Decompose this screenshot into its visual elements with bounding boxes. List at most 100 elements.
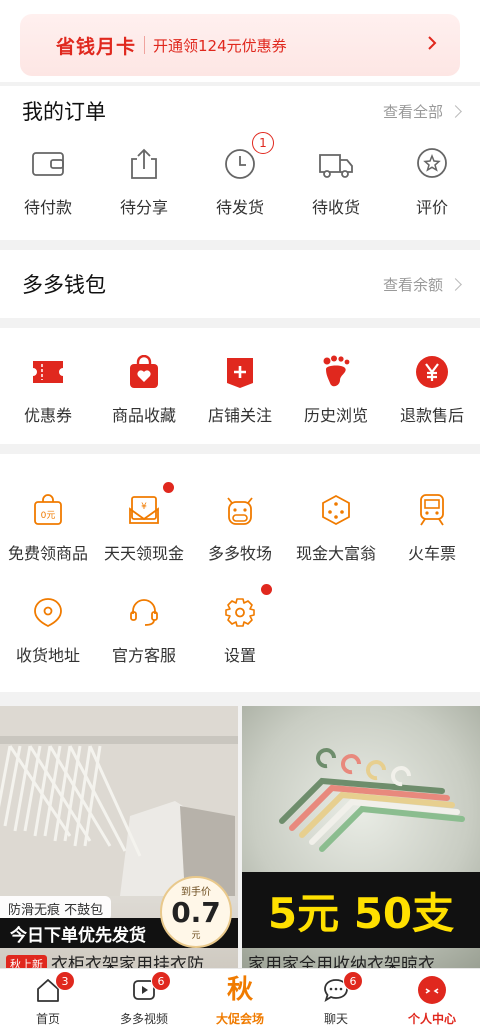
quick-links-section: 优惠券 商品收藏 店铺关注 历史浏览 退款售后 (0, 328, 480, 444)
price-badge: 到手价 0.7 元 (160, 876, 232, 948)
order-pending-receipt[interactable]: 待收货 (288, 144, 384, 218)
footprint-icon (316, 352, 356, 392)
train-icon (412, 490, 452, 530)
view-balance-link[interactable]: 查看余额 (383, 274, 462, 295)
video-badge: 6 (151, 971, 171, 991)
coupons-item[interactable]: 优惠券 (0, 352, 96, 426)
top-area: 省钱月卡 开通领124元优惠券 (0, 0, 480, 82)
price-value: 0.7 (171, 896, 221, 929)
order-label: 待分享 (119, 198, 168, 217)
wallet-section[interactable]: 多多钱包 查看余额 (0, 250, 480, 318)
view-all-label: 查看全部 (382, 102, 443, 121)
pending-shipment-badge: 1 (252, 132, 274, 154)
truck-icon (316, 144, 356, 184)
profile-page: 省钱月卡 开通领124元优惠券 我的订单 查看全部 待付款 待分享 1 待发货 … (0, 0, 480, 1029)
tab-label: 个人中心 (407, 1012, 456, 1026)
followed-stores-item[interactable]: 店铺关注 (192, 352, 288, 426)
store-plus-icon (220, 352, 260, 392)
gear-icon (220, 584, 272, 632)
svg-text:0元: 0元 (41, 511, 56, 521)
bottom-tab-bar: 3 首页 6 多多视频 秋 大促会场 6 聊天 个人中心 (0, 968, 480, 1029)
headset-icon (124, 592, 164, 632)
notification-dot (163, 482, 174, 493)
price-unit: 元 (191, 931, 201, 941)
chevron-right-icon (426, 35, 438, 56)
tab-chat[interactable]: 6 聊天 (288, 969, 384, 1029)
quick-label: 历史浏览 (303, 406, 368, 425)
product-big-text: 5元 50支 (242, 872, 480, 948)
service-label: 天天领现金 (103, 544, 184, 563)
favorites-item[interactable]: 商品收藏 (96, 352, 192, 426)
hangers-image (0, 706, 238, 896)
dice-icon (316, 490, 356, 530)
service-label: 设置 (223, 646, 256, 665)
settings-item[interactable]: 设置 (192, 584, 288, 666)
train-tickets-item[interactable]: 火车票 (384, 490, 480, 564)
svg-text:¥: ¥ (141, 502, 147, 512)
monthly-card-subtitle: 开通领124元优惠券 (153, 36, 287, 55)
tab-label: 多多视频 (119, 1012, 168, 1026)
product-title: 家用家全用收纳衣架晾衣 (248, 955, 435, 968)
chevron-right-icon (449, 277, 462, 291)
free-goods-item[interactable]: 0元 免费领商品 (0, 490, 96, 564)
home-icon: 3 (33, 971, 75, 1005)
quick-label: 商品收藏 (111, 406, 176, 425)
promo-glyph: 秋 (226, 975, 253, 1005)
star-bubble-icon (412, 144, 452, 184)
product-card[interactable]: 5元 50支 家用家全用收纳衣架晾衣 (242, 706, 480, 968)
orders-title: 我的订单 (22, 100, 106, 124)
tab-label: 聊天 (323, 1012, 348, 1026)
quick-label: 优惠券 (23, 406, 72, 425)
tab-video[interactable]: 6 多多视频 (96, 969, 192, 1029)
service-label: 免费领商品 (7, 544, 88, 563)
monthly-card-banner[interactable]: 省钱月卡 开通领124元优惠券 (20, 14, 460, 76)
share-icon (124, 144, 164, 184)
order-pending-share[interactable]: 待分享 (96, 144, 192, 218)
clock-icon: 1 (220, 132, 274, 184)
notification-dot (261, 584, 272, 595)
order-label: 待发货 (215, 198, 264, 217)
wallet-icon (28, 144, 68, 184)
order-pending-payment[interactable]: 待付款 (0, 144, 96, 218)
chevron-right-icon (449, 104, 462, 118)
home-badge: 3 (55, 971, 75, 991)
autumn-promo-icon: 秋 (225, 975, 255, 1005)
orders-section: 我的订单 查看全部 待付款 待分享 1 待发货 待收货 评价 (0, 86, 480, 240)
shipping-address-item[interactable]: 收货地址 (0, 592, 96, 666)
yen-circle-icon (412, 352, 452, 392)
history-item[interactable]: 历史浏览 (288, 352, 384, 426)
service-label: 火车票 (407, 544, 456, 563)
wallet-title: 多多钱包 (22, 273, 106, 297)
service-label: 现金大富翁 (295, 544, 376, 563)
profile-icon (417, 975, 447, 1005)
refunds-item[interactable]: 退款售后 (384, 352, 480, 426)
customer-service-item[interactable]: 官方客服 (96, 592, 192, 666)
order-pending-shipment[interactable]: 1 待发货 (192, 132, 288, 218)
location-icon (28, 592, 68, 632)
heart-bag-icon (124, 352, 164, 392)
product-card[interactable]: 防滑无痕 不鼓包 今日下单优先发货 到手价 0.7 元 秋上新 衣柜衣架家用挂衣防 (0, 706, 238, 968)
tab-promo[interactable]: 秋 大促会场 (192, 969, 288, 1029)
service-label: 官方客服 (111, 646, 176, 665)
daily-cash-item[interactable]: ¥ 天天领现金 (96, 482, 192, 564)
farm-item[interactable]: 多多牧场 (192, 490, 288, 564)
cash-envelope-icon: ¥ (124, 482, 174, 530)
chat-badge: 6 (343, 971, 363, 991)
order-review[interactable]: 评价 (384, 144, 480, 218)
view-all-orders-link[interactable]: 查看全部 (382, 101, 462, 122)
services-section: 0元 免费领商品 ¥ 天天领现金 多多牧场 现金大富翁 火车票 收货地址 官方客… (0, 454, 480, 692)
free-bag-icon: 0元 (28, 490, 68, 530)
service-label: 多多牧场 (207, 544, 272, 563)
video-icon: 6 (129, 971, 171, 1005)
quick-label: 退款售后 (399, 406, 464, 425)
tab-home[interactable]: 3 首页 (0, 969, 96, 1029)
chat-icon: 6 (321, 971, 363, 1005)
product-title: 秋上新 衣柜衣架家用挂衣防 (6, 950, 204, 968)
new-tag: 秋上新 (6, 955, 47, 968)
monthly-card-title: 省钱月卡 (56, 35, 137, 58)
cash-monopoly-item[interactable]: 现金大富翁 (288, 490, 384, 564)
cow-icon (220, 490, 260, 530)
divider (144, 36, 146, 54)
order-label: 待付款 (23, 198, 72, 217)
tab-profile[interactable]: 个人中心 (384, 969, 480, 1029)
